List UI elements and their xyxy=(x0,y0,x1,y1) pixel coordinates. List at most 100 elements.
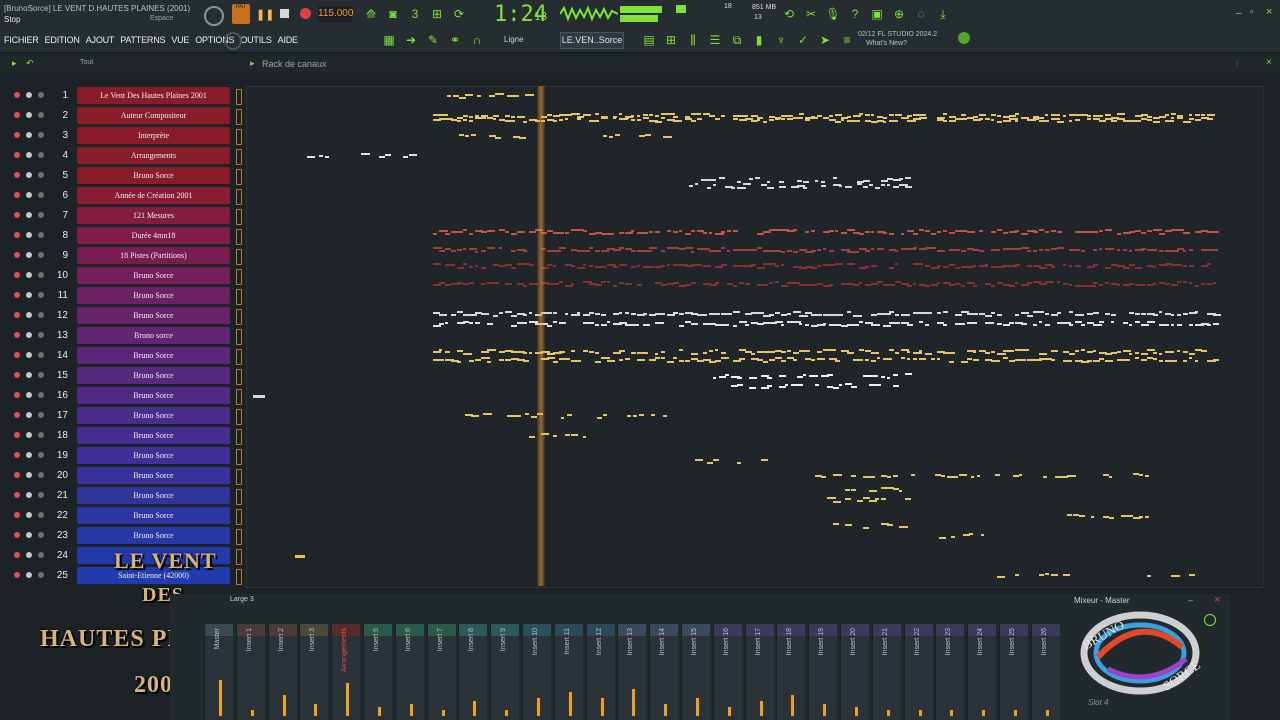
channel-mute-icon[interactable] xyxy=(14,412,20,418)
channel-mute-icon[interactable] xyxy=(14,92,20,98)
channel-mute-icon[interactable] xyxy=(14,152,20,158)
menu-file[interactable]: FICHIER xyxy=(4,35,39,49)
menu-view[interactable]: VUE xyxy=(171,35,189,49)
whats-new-link[interactable]: What's New? xyxy=(866,40,907,47)
save-icon[interactable]: ▣ xyxy=(868,5,886,23)
channel-solo-icon[interactable] xyxy=(26,312,32,318)
channel-row[interactable]: 12 Bruno Sorce xyxy=(0,306,242,326)
channel-row[interactable]: 10 Bruno Sorce xyxy=(0,266,242,286)
channel-solo-icon[interactable] xyxy=(26,532,32,538)
channel-pan-icon[interactable] xyxy=(38,112,44,118)
channel-mute-icon[interactable] xyxy=(14,252,20,258)
link-icon[interactable]: ⚭ xyxy=(446,31,464,49)
mixer-insert-strip[interactable]: Insert 3 xyxy=(299,624,329,720)
stop-icon[interactable] xyxy=(280,9,289,18)
channel-solo-icon[interactable] xyxy=(26,212,32,218)
cut-icon[interactable]: ✂ xyxy=(802,5,820,23)
script-icon[interactable]: ➤ xyxy=(816,31,834,49)
channel-solo-icon[interactable] xyxy=(26,372,32,378)
record-icon[interactable] xyxy=(300,8,311,19)
channel-solo-icon[interactable] xyxy=(26,492,32,498)
group-filter[interactable]: Tout xyxy=(80,59,93,66)
mixer-insert-strip[interactable]: Insert 11 xyxy=(553,624,583,720)
channel-select-led[interactable] xyxy=(236,229,242,245)
browser-icon[interactable]: ⧉ xyxy=(728,31,746,49)
pitch-knob[interactable] xyxy=(224,32,242,50)
channel-select-led[interactable] xyxy=(236,89,242,105)
channel-pan-icon[interactable] xyxy=(38,192,44,198)
mixer-insert-strip[interactable]: Master xyxy=(204,624,233,720)
channel-row[interactable]: 16 Bruno Sorce xyxy=(0,386,242,406)
channel-pan-icon[interactable] xyxy=(38,332,44,338)
help-icon[interactable]: ? xyxy=(846,5,864,23)
channel-row[interactable]: 3 Interprète xyxy=(0,126,242,146)
menu-add[interactable]: AJOUT xyxy=(86,35,115,49)
step-seq-icon[interactable]: ⊞ xyxy=(662,31,680,49)
channel-pan-icon[interactable] xyxy=(38,312,44,318)
channel-mute-icon[interactable] xyxy=(14,512,20,518)
channel-mute-icon[interactable] xyxy=(14,552,20,558)
countdown-icon[interactable]: 3 xyxy=(406,5,424,23)
news-icon[interactable]: ≡ xyxy=(838,31,856,49)
channel-solo-icon[interactable] xyxy=(26,552,32,558)
channel-select-led[interactable] xyxy=(236,529,242,545)
mixer-insert-strip[interactable]: Insert 13 xyxy=(617,624,647,720)
mixer-close-icon[interactable]: × xyxy=(1214,594,1220,606)
channel-select-led[interactable] xyxy=(236,549,242,565)
pat-song-toggle[interactable]: PAT xyxy=(232,4,250,24)
piano-roll-icon[interactable]: ▦ xyxy=(380,31,398,49)
channel-mute-icon[interactable] xyxy=(14,192,20,198)
channel-pan-icon[interactable] xyxy=(38,132,44,138)
channel-row[interactable]: 23 Bruno Sorce xyxy=(0,526,242,546)
channel-pan-icon[interactable] xyxy=(38,292,44,298)
channel-mute-icon[interactable] xyxy=(14,132,20,138)
channel-mute-icon[interactable] xyxy=(14,432,20,438)
power-icon[interactable] xyxy=(1204,614,1216,626)
channel-pan-icon[interactable] xyxy=(38,152,44,158)
metronome-icon[interactable]: ⟰ xyxy=(362,5,380,23)
channel-pan-icon[interactable] xyxy=(38,252,44,258)
mixer-insert-strip[interactable]: Insert 9 xyxy=(490,624,520,720)
channel-mute-icon[interactable] xyxy=(14,312,20,318)
channel-solo-icon[interactable] xyxy=(26,512,32,518)
channel-select-led[interactable] xyxy=(236,249,242,265)
channel-row[interactable]: 22 Bruno Sorce xyxy=(0,506,242,526)
channel-mute-icon[interactable] xyxy=(14,452,20,458)
channel-name-button[interactable]: Bruno Sorce xyxy=(77,367,230,384)
channel-solo-icon[interactable] xyxy=(26,252,32,258)
channel-select-led[interactable] xyxy=(236,509,242,525)
channel-select-led[interactable] xyxy=(236,269,242,285)
channel-pan-icon[interactable] xyxy=(38,552,44,558)
channel-mute-icon[interactable] xyxy=(14,372,20,378)
channel-row[interactable]: 14 Bruno Sorce xyxy=(0,346,242,366)
mixer-insert-strip[interactable]: Insert 10 xyxy=(522,624,551,720)
channel-solo-icon[interactable] xyxy=(26,132,32,138)
channel-solo-icon[interactable] xyxy=(26,392,32,398)
rack-graph-icon[interactable]: ⫶ xyxy=(1236,58,1238,69)
channel-select-led[interactable] xyxy=(236,209,242,225)
mixer-insert-strip[interactable]: Insert 25 xyxy=(999,624,1028,720)
channel-solo-icon[interactable] xyxy=(26,332,32,338)
channel-row[interactable]: 6 Année de Création 2001 xyxy=(0,186,242,206)
channel-mute-icon[interactable] xyxy=(14,232,20,238)
menu-patterns[interactable]: PATTERNS xyxy=(120,35,165,49)
channel-solo-icon[interactable] xyxy=(26,112,32,118)
channel-solo-icon[interactable] xyxy=(26,192,32,198)
channel-select-led[interactable] xyxy=(236,189,242,205)
channel-pan-icon[interactable] xyxy=(38,352,44,358)
menu-help[interactable]: AIDE xyxy=(278,35,298,49)
channel-pan-icon[interactable] xyxy=(38,492,44,498)
channel-pan-icon[interactable] xyxy=(38,512,44,518)
mixer-insert-strip[interactable]: Insert 8 xyxy=(458,624,488,720)
channel-name-button[interactable]: Interprète xyxy=(77,127,230,144)
channel-solo-icon[interactable] xyxy=(26,152,32,158)
channel-name-button[interactable]: Bruno Sorce xyxy=(77,447,230,464)
channel-mute-icon[interactable] xyxy=(14,352,20,358)
mixer-insert-strip[interactable]: Insert 18 xyxy=(776,624,806,720)
channel-row[interactable]: 13 Bruno sorce xyxy=(0,326,242,346)
minimize-icon[interactable]: – xyxy=(1236,8,1242,19)
channel-name-button[interactable]: Durée 4mn18 xyxy=(77,227,230,244)
channel-mute-icon[interactable] xyxy=(14,392,20,398)
channel-select-led[interactable] xyxy=(236,149,242,165)
play-icon[interactable]: ❚❚ xyxy=(256,8,274,21)
